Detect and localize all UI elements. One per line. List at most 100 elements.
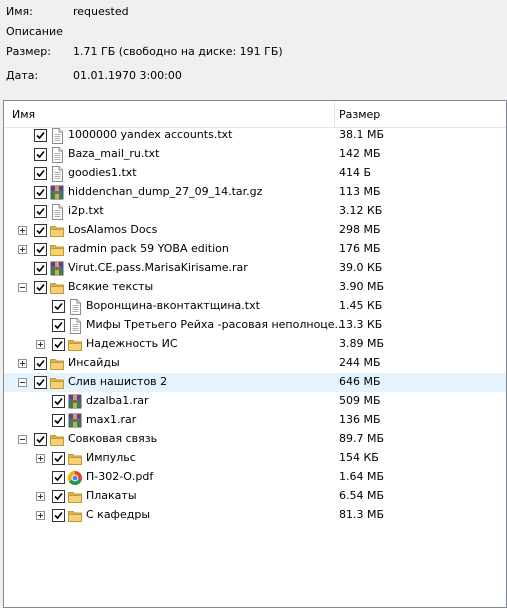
expand-icon[interactable] xyxy=(36,454,45,463)
row-size: 509 МБ xyxy=(339,394,381,407)
row-size: 81.3 МБ xyxy=(339,508,385,521)
row-checkbox[interactable] xyxy=(34,357,47,370)
row-checkbox[interactable] xyxy=(34,129,47,142)
row-name: Надежность ИС xyxy=(86,337,178,350)
expand-icon[interactable] xyxy=(18,226,27,235)
row-checkbox[interactable] xyxy=(34,224,47,237)
collapse-icon[interactable] xyxy=(18,378,27,387)
row-size: 1.45 КБ xyxy=(339,299,383,312)
row-size: 244 МБ xyxy=(339,356,381,369)
row-checkbox[interactable] xyxy=(34,376,47,389)
folder-icon xyxy=(67,451,83,467)
row-size: 3.89 МБ xyxy=(339,337,385,350)
row-checkbox[interactable] xyxy=(52,414,65,427)
tree-row[interactable]: Baza_mail_ru.txt 142 МБ xyxy=(4,145,506,164)
row-checkbox[interactable] xyxy=(34,167,47,180)
tree-row[interactable]: 1000000 yandex accounts.txt 38.1 МБ xyxy=(4,126,506,145)
row-size: 646 МБ xyxy=(339,375,381,388)
tree-row[interactable]: Virut.CE.pass.MarisaKirisame.rar 39.0 КБ xyxy=(4,259,506,278)
tree-row[interactable]: Слив нашистов 2 646 МБ xyxy=(4,373,506,392)
folder-icon xyxy=(49,375,65,391)
tree-row[interactable]: hiddenchan_dump_27_09_14.tar.gz 113 МБ xyxy=(4,183,506,202)
text-file-icon xyxy=(49,166,65,182)
column-divider[interactable] xyxy=(334,101,335,127)
archive-icon xyxy=(49,261,65,277)
row-checkbox[interactable] xyxy=(52,471,65,484)
name-label: Имя: xyxy=(6,5,33,18)
folder-icon xyxy=(67,489,83,505)
row-name: Virut.CE.pass.MarisaKirisame.rar xyxy=(68,261,248,274)
tree-row[interactable]: С кафедры 81.3 МБ xyxy=(4,506,506,525)
tree-row[interactable]: Мифы Третьего Рейха -расовая неполноце..… xyxy=(4,316,506,335)
tree-row[interactable]: Импульс 154 КБ xyxy=(4,449,506,468)
row-name: П-302-О.pdf xyxy=(86,470,154,483)
expand-icon[interactable] xyxy=(18,359,27,368)
row-name: goodies1.txt xyxy=(68,166,137,179)
row-size: 1.64 МБ xyxy=(339,470,385,483)
row-name: Плакаты xyxy=(86,489,137,502)
row-size: 154 КБ xyxy=(339,451,379,464)
column-size-header[interactable]: Размер xyxy=(339,108,380,121)
collapse-icon[interactable] xyxy=(18,283,27,292)
row-name: Воронщина-вконтактщина.txt xyxy=(86,299,260,312)
tree-row[interactable]: goodies1.txt 414 Б xyxy=(4,164,506,183)
row-checkbox[interactable] xyxy=(52,300,65,313)
row-checkbox[interactable] xyxy=(34,433,47,446)
row-size: 113 МБ xyxy=(339,185,381,198)
row-name: Инсайды xyxy=(68,356,120,369)
tree-row[interactable]: dzalba1.rar 509 МБ xyxy=(4,392,506,411)
tree-row[interactable]: Плакаты 6.54 МБ xyxy=(4,487,506,506)
folder-icon xyxy=(49,280,65,296)
row-checkbox[interactable] xyxy=(34,148,47,161)
text-file-icon xyxy=(67,299,83,315)
row-checkbox[interactable] xyxy=(34,243,47,256)
row-name: Совковая связь xyxy=(68,432,158,445)
archive-icon xyxy=(49,185,65,201)
row-name: max1.rar xyxy=(86,413,137,426)
row-name: LosAlamos Docs xyxy=(68,223,158,236)
column-name-header[interactable]: Имя xyxy=(12,108,35,121)
tree-row[interactable]: Надежность ИС 3.89 МБ xyxy=(4,335,506,354)
archive-icon xyxy=(67,394,83,410)
folder-icon xyxy=(67,508,83,524)
row-name: Всякие тексты xyxy=(68,280,154,293)
text-file-icon xyxy=(49,204,65,220)
row-checkbox[interactable] xyxy=(52,319,65,332)
row-checkbox[interactable] xyxy=(34,205,47,218)
tree-row[interactable]: Всякие тексты 3.90 МБ xyxy=(4,278,506,297)
row-name: С кафедры xyxy=(86,508,151,521)
chrome-pdf-icon xyxy=(67,470,83,486)
row-checkbox[interactable] xyxy=(52,490,65,503)
collapse-icon[interactable] xyxy=(18,435,27,444)
tree-row[interactable]: Совковая связь 89.7 МБ xyxy=(4,430,506,449)
expand-icon[interactable] xyxy=(36,492,45,501)
row-checkbox[interactable] xyxy=(34,186,47,199)
size-label: Размер: xyxy=(6,45,51,58)
file-tree[interactable]: Имя Размер 1000000 yandex accounts.txt 38… xyxy=(3,100,507,608)
row-size: 176 МБ xyxy=(339,242,381,255)
tree-row[interactable]: Воронщина-вконтактщина.txt 1.45 КБ xyxy=(4,297,506,316)
row-size: 89.7 МБ xyxy=(339,432,385,445)
expand-icon[interactable] xyxy=(36,511,45,520)
tree-row[interactable]: LosAlamos Docs 298 МБ xyxy=(4,221,506,240)
expand-icon[interactable] xyxy=(36,340,45,349)
row-checkbox[interactable] xyxy=(52,509,65,522)
row-checkbox[interactable] xyxy=(34,262,47,275)
row-checkbox[interactable] xyxy=(34,281,47,294)
tree-row[interactable]: Инсайды 244 МБ xyxy=(4,354,506,373)
date-value: 01.01.1970 3:00:00 xyxy=(73,69,182,82)
row-size: 13.3 КБ xyxy=(339,318,383,331)
tree-row[interactable]: П-302-О.pdf 1.64 МБ xyxy=(4,468,506,487)
expand-icon[interactable] xyxy=(18,245,27,254)
folder-icon xyxy=(67,337,83,353)
row-checkbox[interactable] xyxy=(52,395,65,408)
size-value: 1.71 ГБ (свободно на диске: 191 ГБ) xyxy=(73,45,283,58)
tree-row[interactable]: max1.rar 136 МБ xyxy=(4,411,506,430)
tree-row[interactable]: radmin pack 59 YOBA edition 176 МБ xyxy=(4,240,506,259)
row-name: Мифы Третьего Рейха -расовая неполноце..… xyxy=(86,318,346,331)
row-size: 6.54 МБ xyxy=(339,489,385,502)
row-checkbox[interactable] xyxy=(52,452,65,465)
tree-row[interactable]: i2p.txt 3.12 КБ xyxy=(4,202,506,221)
row-size: 414 Б xyxy=(339,166,372,179)
row-checkbox[interactable] xyxy=(52,338,65,351)
